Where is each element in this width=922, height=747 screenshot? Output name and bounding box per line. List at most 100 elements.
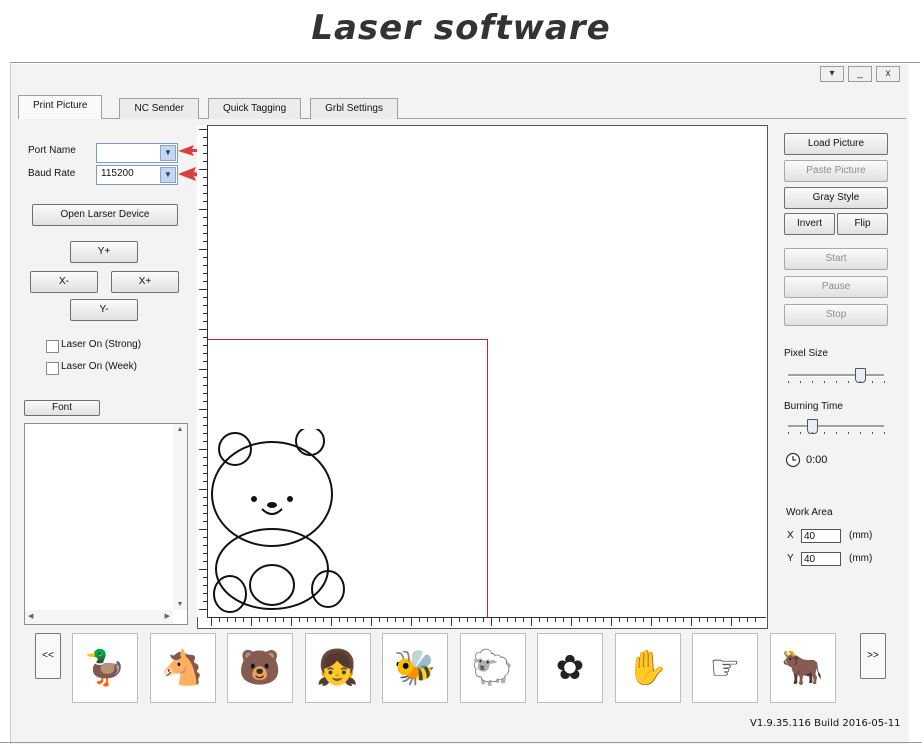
scroll-down-icon[interactable]: ▼ [173,601,187,608]
scroll-right-icon[interactable]: ▶ [165,612,170,620]
chevron-down-icon[interactable]: ▼ [160,167,176,183]
ruler-tick [555,618,556,622]
ruler-tick [203,161,207,162]
gallery-thumbnail[interactable]: 👧 [304,633,371,703]
pause-button[interactable]: Pause [784,276,888,298]
window-controls: ▾ _ x [820,66,902,82]
work-area-y-input[interactable]: 40 [801,552,841,566]
ruler-tick [203,201,207,202]
gray-style-button[interactable]: Gray Style [784,187,888,209]
jog-y-minus-button[interactable]: Y- [70,299,138,321]
print-canvas[interactable] [197,125,768,629]
x-label: X [787,530,794,541]
slider-tick [848,432,849,434]
gallery-thumbnail[interactable]: 🐻 [227,633,293,703]
gallery-prev-button[interactable]: << [35,633,61,679]
ruler-tick [611,618,612,626]
ruler-tick [339,618,340,622]
ruler-tick [267,618,268,622]
ruler-tick [203,281,207,282]
ruler-tick [199,129,207,130]
ruler-tick [203,241,207,242]
open-device-button[interactable]: Open Larser Device [32,204,178,226]
text-input-area[interactable]: ▲ ▼ ◀ ▶ [24,423,188,625]
ruler-tick [699,618,700,622]
close-button[interactable]: x [876,66,900,82]
ruler-tick [315,618,316,622]
ruler-tick [219,618,220,622]
gallery-thumbnail[interactable]: 🐝 [382,633,448,703]
start-button[interactable]: Start [784,248,888,270]
tab-nc-sender[interactable]: NC Sender [119,98,199,119]
stop-button[interactable]: Stop [784,304,888,326]
paste-picture-button[interactable]: Paste Picture [784,160,888,182]
jog-x-minus-button[interactable]: X- [30,271,98,293]
gallery-thumbnail[interactable]: 🐑 [459,633,526,703]
ruler-tick [483,618,484,622]
gallery-thumbnail[interactable]: 🐴 [149,633,216,703]
burning-time-label: Burning Time [784,401,843,412]
tab-grbl-settings[interactable]: Grbl Settings [310,98,398,119]
chevron-down-icon[interactable]: ▼ [160,145,176,161]
ruler-tick [203,441,207,442]
flip-button[interactable]: Flip [837,213,888,235]
slider-tick [884,381,885,383]
ruler-tick [203,305,207,306]
gallery-thumbnail[interactable]: 🐂 [769,633,836,703]
slider-tick [788,432,789,434]
burning-time-slider[interactable] [788,417,885,437]
slider-tick [824,432,825,434]
ruler-tick [571,618,572,626]
ruler-tick [747,618,748,622]
tab-print-picture[interactable]: Print Picture [18,95,103,119]
gallery-thumbnail[interactable]: ☞ [692,633,758,703]
frame-bottom-line [0,742,922,743]
ruler-tick [203,393,207,394]
vertical-ruler [197,125,208,617]
font-button[interactable]: Font [24,400,100,416]
gallery-thumbnail[interactable]: ✋ [614,633,681,703]
laser-week-checkbox[interactable] [46,362,59,375]
laser-strong-checkbox[interactable] [46,340,59,353]
ruler-tick [203,361,207,362]
ruler-tick [307,618,308,622]
work-area-x-input[interactable]: 40 [801,529,841,543]
vertical-scrollbar[interactable]: ▲ ▼ [173,424,187,610]
duck-icon: 🦆 [83,648,127,688]
ruler-tick [203,417,207,418]
minimize-button[interactable]: _ [848,66,872,82]
ruler-tick [203,273,207,274]
load-picture-button[interactable]: Load Picture [784,133,888,155]
ruler-tick [603,618,604,622]
gallery-next-button[interactable]: >> [860,633,886,679]
bear-image-icon [211,429,345,613]
pixel-size-slider[interactable] [788,366,885,386]
gallery-thumbnail[interactable]: 🦆 [72,633,138,703]
slider-tick [836,381,837,383]
baud-rate-select[interactable]: 115200 ▼ [96,165,178,185]
ruler-tick [371,618,372,626]
jog-x-plus-button[interactable]: X+ [111,271,179,293]
frame-top-line [10,62,920,63]
tab-bar: Print Picture NC Sender Quick Tagging Gr… [18,95,398,119]
jog-y-plus-button[interactable]: Y+ [70,241,138,263]
scroll-up-icon[interactable]: ▲ [173,426,187,433]
ruler-tick [203,377,207,378]
ruler-tick [251,618,252,626]
ruler-tick [203,265,207,266]
ruler-tick [451,618,452,626]
port-name-select[interactable]: ▼ [96,143,178,163]
ruler-tick [203,577,207,578]
scroll-left-icon[interactable]: ◀ [28,612,33,620]
y-unit-label: (mm) [849,553,873,564]
window-menu-button[interactable]: ▾ [820,66,844,82]
slider-tick [860,381,861,383]
ruler-tick [235,618,236,622]
slider-tick [800,432,801,434]
slider-tick [872,432,873,434]
gallery-thumbnail[interactable]: ✿ [537,633,603,703]
ruler-tick [199,209,207,210]
horizontal-scrollbar[interactable]: ◀ ▶ [25,610,173,624]
tab-quick-tagging[interactable]: Quick Tagging [207,98,302,119]
invert-button[interactable]: Invert [784,213,835,235]
